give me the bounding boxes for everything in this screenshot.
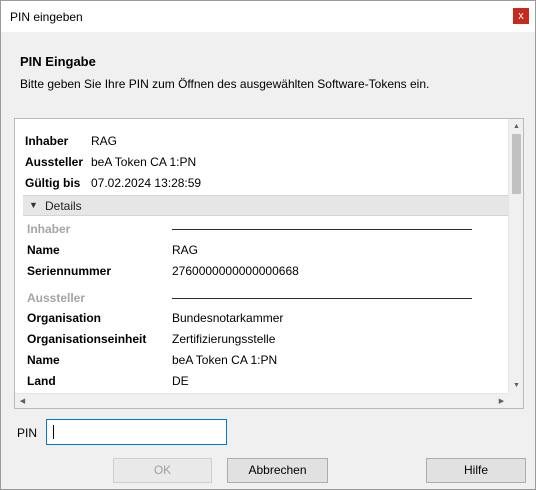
section-aussteller: Aussteller	[27, 291, 86, 305]
detail-label: Name	[27, 353, 60, 367]
detail-row: Land DE	[27, 374, 507, 390]
scrollbar-thumb[interactable]	[512, 134, 521, 194]
section-separator	[172, 298, 472, 299]
header-subtitle: Bitte geben Sie Ihre PIN zum Öffnen des …	[20, 77, 430, 91]
detail-value: Zertifizierungsstelle	[172, 332, 276, 346]
summary-value: RAG	[91, 134, 118, 148]
pin-dialog: PIN eingeben x PIN Eingabe Bitte geben S…	[0, 0, 536, 490]
summary-label: Gültig bis	[25, 176, 81, 190]
summary-label: Aussteller	[25, 155, 84, 169]
pin-label: PIN	[17, 426, 38, 440]
details-toggle[interactable]: ▼ Details	[23, 195, 509, 216]
detail-value: RAG	[172, 243, 199, 257]
detail-value: beA Token CA 1:PN	[172, 353, 278, 367]
detail-label: Organisationseinheit	[27, 332, 147, 346]
certificate-info-panel[interactable]: Inhaber RAG Aussteller beA Token CA 1:PN…	[14, 118, 524, 409]
detail-row: Organisation Bundesnotarkammer	[27, 311, 507, 327]
help-button[interactable]: Hilfe	[426, 458, 526, 483]
summary-label: Inhaber	[25, 134, 69, 148]
section-inhaber: Inhaber	[27, 222, 71, 236]
detail-row: Seriennummer 2760000000000000668	[27, 264, 507, 280]
scroll-down-arrow-icon[interactable]: ▼	[509, 378, 523, 393]
scroll-left-arrow-icon[interactable]: ◀	[15, 394, 30, 408]
dialog-header: PIN Eingabe Bitte geben Sie Ihre PIN zum…	[1, 32, 535, 106]
pin-input[interactable]	[46, 419, 227, 445]
detail-value: 2760000000000000668	[172, 264, 299, 278]
summary-value: beA Token CA 1:PN	[91, 155, 197, 169]
detail-label: Seriennummer	[27, 264, 112, 278]
scroll-up-arrow-icon[interactable]: ▲	[509, 119, 523, 134]
scroll-right-arrow-icon[interactable]: ▶	[494, 394, 509, 408]
triangle-down-icon: ▼	[29, 200, 38, 210]
detail-value: Bundesnotarkammer	[172, 311, 284, 325]
text-caret	[53, 425, 54, 439]
detail-label: Land	[27, 374, 56, 388]
scrollbar-corner	[508, 393, 523, 408]
details-label: Details	[45, 199, 82, 213]
title-bar: PIN eingeben x	[1, 1, 535, 32]
header-title: PIN Eingabe	[20, 54, 96, 69]
detail-row: Name RAG	[27, 243, 507, 259]
section-separator	[172, 229, 472, 230]
close-button[interactable]: x	[513, 8, 529, 24]
summary-value: 07.02.2024 13:28:59	[91, 176, 202, 190]
cancel-button[interactable]: Abbrechen	[227, 458, 328, 483]
detail-value: DE	[172, 374, 189, 388]
window-title: PIN eingeben	[10, 10, 83, 24]
detail-label: Name	[27, 243, 60, 257]
horizontal-scrollbar[interactable]: ◀ ▶	[15, 393, 509, 408]
detail-row: Organisationseinheit Zertifizierungsstel…	[27, 332, 507, 348]
close-icon: x	[518, 10, 524, 22]
ok-button[interactable]: OK	[113, 458, 212, 483]
vertical-scrollbar[interactable]: ▲ ▼	[508, 119, 523, 393]
detail-row: Name beA Token CA 1:PN	[27, 353, 507, 369]
detail-label: Organisation	[27, 311, 102, 325]
